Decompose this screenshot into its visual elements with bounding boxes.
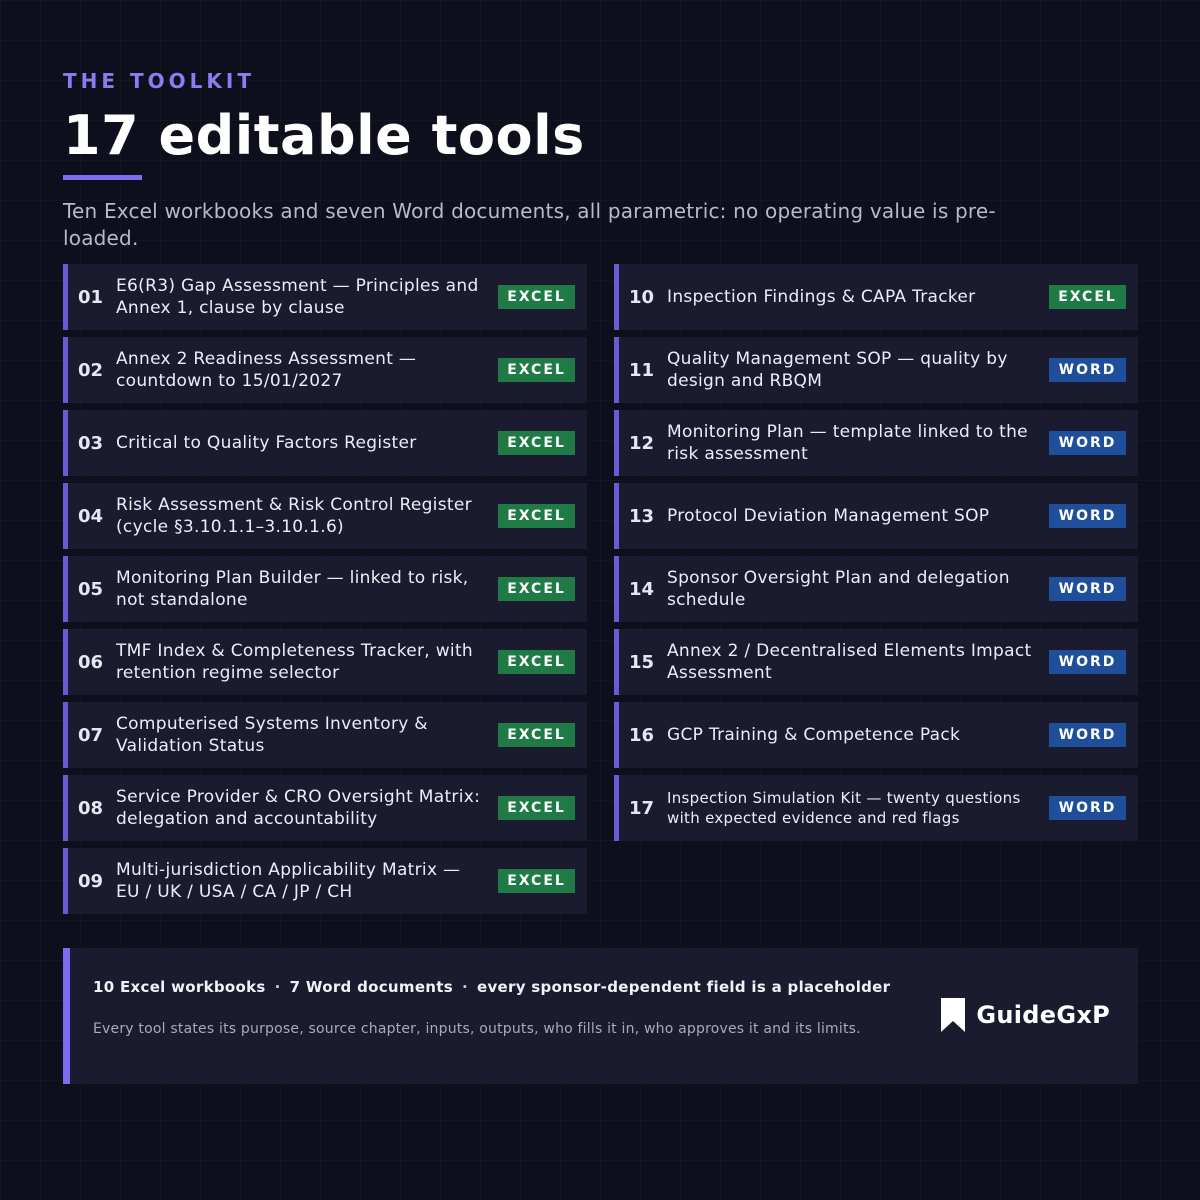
tools-column-right: 10 Inspection Findings & CAPA Tracker EXCE… bbox=[614, 264, 1138, 848]
tool-name: Protocol Deviation Management SOP bbox=[667, 506, 990, 526]
tool-name: Sponsor Oversight Plan and delegation sc… bbox=[667, 568, 1010, 610]
excel-badge: EXCEL bbox=[498, 796, 575, 820]
tool-card: 07 Computerised Systems Inventory & Valid… bbox=[63, 702, 587, 768]
page-title: 17 editable tools bbox=[63, 104, 585, 167]
word-badge: WORD bbox=[1049, 358, 1126, 382]
tool-card: 02 Annex 2 Readiness Assessment — countdo… bbox=[63, 337, 587, 403]
tool-number: 06 bbox=[78, 651, 104, 673]
word-badge: WORD bbox=[1049, 431, 1126, 455]
tool-name: Inspection Simulation Kit — twenty quest… bbox=[667, 789, 1021, 827]
tool-number: 16 bbox=[629, 724, 655, 746]
stat-separator: · bbox=[461, 978, 468, 996]
tool-card: 10 Inspection Findings & CAPA Tracker EXCE… bbox=[614, 264, 1138, 330]
tool-name: Computerised Systems Inventory & Validat… bbox=[116, 714, 428, 756]
excel-badge: EXCEL bbox=[498, 431, 575, 455]
stat-placeholder-note: every sponsor-dependent field is a place… bbox=[476, 978, 891, 996]
tool-number: 10 bbox=[629, 286, 655, 308]
word-badge: WORD bbox=[1049, 504, 1126, 528]
footer-stats: 10 Excel workbooks · 7 Word documents · ever… bbox=[93, 978, 890, 996]
footer-note: Every tool states its purpose, source ch… bbox=[93, 1021, 861, 1037]
excel-badge: EXCEL bbox=[498, 650, 575, 674]
brand-logo: GuideGxP bbox=[940, 997, 1110, 1033]
tool-name: Inspection Findings & CAPA Tracker bbox=[667, 287, 976, 307]
tool-name: Risk Assessment & Risk Control Register … bbox=[116, 495, 472, 537]
excel-badge: EXCEL bbox=[498, 869, 575, 893]
stat-word-count: 7 Word documents bbox=[289, 978, 453, 996]
tool-name: TMF Index & Completeness Tracker, with r… bbox=[116, 641, 473, 683]
tool-card: 17 Inspection Simulation Kit — twenty que… bbox=[614, 775, 1138, 841]
tool-card: 14 Sponsor Oversight Plan and delegation … bbox=[614, 556, 1138, 622]
tool-name: Monitoring Plan — template linked to the… bbox=[667, 422, 1028, 464]
tool-name: Annex 2 / Decentralised Elements Impact … bbox=[667, 641, 1032, 683]
tool-card: 11 Quality Management SOP — quality by de… bbox=[614, 337, 1138, 403]
excel-badge: EXCEL bbox=[498, 358, 575, 382]
eyebrow-label: THE TOOLKIT bbox=[63, 69, 255, 93]
stat-separator: · bbox=[274, 978, 281, 996]
tool-card: 09 Multi-jurisdiction Applicability Matri… bbox=[63, 848, 587, 914]
tool-number: 15 bbox=[629, 651, 655, 673]
tool-number: 01 bbox=[78, 286, 104, 308]
tool-card: 04 Risk Assessment & Risk Control Registe… bbox=[63, 483, 587, 549]
word-badge: WORD bbox=[1049, 723, 1126, 747]
excel-badge: EXCEL bbox=[498, 577, 575, 601]
excel-badge: EXCEL bbox=[498, 723, 575, 747]
tool-name: Multi-jurisdiction Applicability Matrix … bbox=[116, 860, 461, 902]
tool-number: 13 bbox=[629, 505, 655, 527]
tool-number: 09 bbox=[78, 870, 104, 892]
tool-name: GCP Training & Competence Pack bbox=[667, 725, 961, 745]
tool-card: 13 Protocol Deviation Management SOP WORD bbox=[614, 483, 1138, 549]
brand-name: GuideGxP bbox=[976, 1001, 1110, 1029]
tool-name: Critical to Quality Factors Register bbox=[116, 433, 417, 453]
tool-name: Service Provider & CRO Oversight Matrix:… bbox=[116, 787, 481, 829]
tools-column-left: 01 E6(R3) Gap Assessment — Principles and… bbox=[63, 264, 587, 921]
excel-badge: EXCEL bbox=[498, 285, 575, 309]
bookmark-icon bbox=[941, 998, 966, 1032]
page-subtitle: Ten Excel workbooks and seven Word docum… bbox=[63, 199, 996, 250]
tool-card: 15 Annex 2 / Decentralised Elements Impac… bbox=[614, 629, 1138, 695]
tool-card: 06 TMF Index & Completeness Tracker, with… bbox=[63, 629, 587, 695]
tool-number: 03 bbox=[78, 432, 104, 454]
tool-name: Quality Management SOP — quality by desi… bbox=[667, 349, 1008, 391]
tool-card: 05 Monitoring Plan Builder — linked to ri… bbox=[63, 556, 587, 622]
summary-footer: 10 Excel workbooks · 7 Word documents · ever… bbox=[63, 948, 1138, 1084]
excel-badge: EXCEL bbox=[498, 504, 575, 528]
tool-number: 08 bbox=[78, 797, 104, 819]
tool-card: 08 Service Provider & CRO Oversight Matri… bbox=[63, 775, 587, 841]
excel-badge: EXCEL bbox=[1049, 285, 1126, 309]
stat-excel-count: 10 Excel workbooks bbox=[93, 978, 266, 996]
tool-name: Annex 2 Readiness Assessment — countdown… bbox=[116, 349, 417, 391]
tool-number: 14 bbox=[629, 578, 655, 600]
tool-card: 16 GCP Training & Competence Pack WORD bbox=[614, 702, 1138, 768]
tool-card: 03 Critical to Quality Factors Register EX… bbox=[63, 410, 587, 476]
tool-card: 01 E6(R3) Gap Assessment — Principles and… bbox=[63, 264, 587, 330]
tool-number: 02 bbox=[78, 359, 104, 381]
tool-number: 07 bbox=[78, 724, 104, 746]
tool-name: E6(R3) Gap Assessment — Principles and A… bbox=[116, 276, 479, 318]
tool-number: 04 bbox=[78, 505, 104, 527]
tool-number: 05 bbox=[78, 578, 104, 600]
tool-card: 12 Monitoring Plan — template linked to t… bbox=[614, 410, 1138, 476]
tool-number: 17 bbox=[629, 797, 655, 819]
title-underline bbox=[63, 175, 142, 180]
tool-number: 11 bbox=[629, 359, 655, 381]
word-badge: WORD bbox=[1049, 796, 1126, 820]
tool-name: Monitoring Plan Builder — linked to risk… bbox=[116, 568, 469, 610]
word-badge: WORD bbox=[1049, 650, 1126, 674]
tool-number: 12 bbox=[629, 432, 655, 454]
word-badge: WORD bbox=[1049, 577, 1126, 601]
